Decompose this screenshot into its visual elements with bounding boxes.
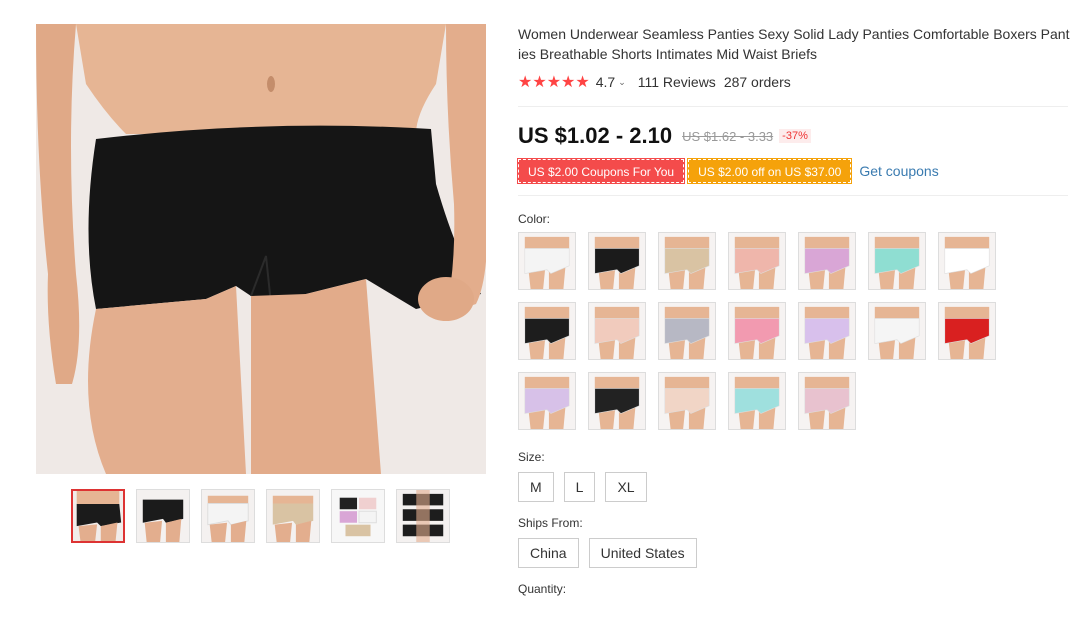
quantity-label: Quantity: <box>518 582 567 596</box>
main-product-image[interactable] <box>36 24 486 474</box>
ships-from-china[interactable]: China <box>518 538 579 568</box>
color-swatch-4[interactable] <box>728 232 786 290</box>
orders-count: 287 orders <box>723 74 791 90</box>
chevron-down-icon[interactable]: ⌄ <box>618 77 626 88</box>
size-option-m[interactable]: M <box>518 472 554 502</box>
thumbnail-5[interactable] <box>331 489 385 543</box>
color-swatch-8[interactable] <box>518 302 576 360</box>
divider <box>518 195 1068 196</box>
get-coupons-link[interactable]: Get coupons <box>859 163 938 179</box>
product-title: Women Underwear Seamless Panties Sexy So… <box>518 26 1070 62</box>
select-coupon[interactable]: US $2.00 off on US $37.00 <box>687 158 853 184</box>
rating-stars: ★★★★★ <box>518 74 590 91</box>
color-swatch-6[interactable] <box>868 232 926 290</box>
color-swatch-14[interactable] <box>938 302 996 360</box>
color-label: Color: <box>518 212 551 226</box>
rating-score[interactable]: 4.7 <box>596 74 615 90</box>
divider <box>518 106 1068 107</box>
color-swatch-13[interactable] <box>868 302 926 360</box>
color-swatch-19[interactable] <box>798 372 856 430</box>
coupon-row: US $2.00 Coupons For You US $2.00 off on… <box>516 158 1070 184</box>
color-swatch-10[interactable] <box>658 302 716 360</box>
color-swatch-12[interactable] <box>798 302 856 360</box>
original-price: US $1.62 - 3.33 <box>682 128 774 144</box>
ships-from-options: China United States <box>518 538 1070 568</box>
discount-badge: -37% <box>779 129 811 143</box>
ships-from-united-states[interactable]: United States <box>588 538 697 568</box>
store-coupon[interactable]: US $2.00 Coupons For You <box>516 158 686 184</box>
color-swatch-3[interactable] <box>658 232 716 290</box>
current-price: US $1.02 - 2.10 <box>518 123 673 148</box>
product-info: Women Underwear Seamless Panties Sexy So… <box>516 24 1070 596</box>
color-swatch-15[interactable] <box>518 372 576 430</box>
color-swatch-17[interactable] <box>658 372 716 430</box>
color-swatch-18[interactable] <box>728 372 786 430</box>
thumbnail-3[interactable] <box>201 489 255 543</box>
reviews-link[interactable]: 111 Reviews <box>638 74 716 90</box>
thumbnail-4[interactable] <box>266 489 320 543</box>
color-options <box>518 232 1070 430</box>
thumbnail-strip <box>71 489 450 543</box>
color-swatch-11[interactable] <box>728 302 786 360</box>
price-row: US $1.02 - 2.10 US $1.62 - 3.33 -37% <box>518 123 1070 149</box>
color-swatch-16[interactable] <box>588 372 646 430</box>
color-swatch-9[interactable] <box>588 302 646 360</box>
thumbnail-6[interactable] <box>396 489 450 543</box>
color-swatch-7[interactable] <box>938 232 996 290</box>
size-label: Size: <box>518 450 545 464</box>
size-option-l[interactable]: L <box>563 472 596 502</box>
color-swatch-2[interactable] <box>588 232 646 290</box>
size-options: M L XL <box>518 472 1070 502</box>
color-swatch-1[interactable] <box>518 232 576 290</box>
thumbnail-2[interactable] <box>136 489 190 543</box>
ships-from-label: Ships From: <box>518 516 583 530</box>
thumbnail-1[interactable] <box>71 489 125 543</box>
color-swatch-5[interactable] <box>798 232 856 290</box>
rating-row: ★★★★★ 4.7 ⌄ 111 Reviews 287 orders <box>518 72 1070 92</box>
size-option-xl[interactable]: XL <box>605 472 647 502</box>
